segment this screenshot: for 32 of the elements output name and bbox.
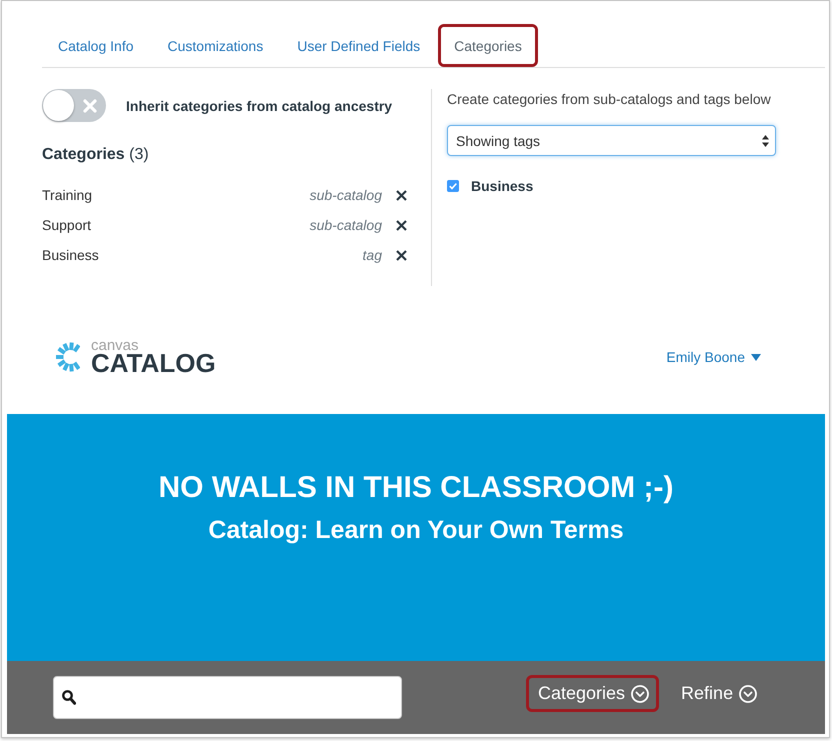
logo-wordmark: CATALOG <box>91 352 216 375</box>
checkbox-label: Business <box>471 178 534 194</box>
logo-small-text: canvas <box>91 339 139 352</box>
close-icon[interactable] <box>396 250 407 260</box>
banner-subtitle: Catalog: Learn on Your Own Terms <box>207 515 625 546</box>
dropdown-button[interactable]: Categories <box>529 678 656 709</box>
toggle-label: Inherit categories from catalog ancestry <box>126 98 392 114</box>
updown-arrows-icon <box>762 134 769 146</box>
logo-icon <box>54 341 80 373</box>
category-name: Training <box>42 187 94 203</box>
search-icon <box>62 690 76 705</box>
banner-title: NO WALLS IN THIS CLASSROOM ;-) <box>158 470 674 506</box>
dropdown-select[interactable]: Showing tags <box>447 125 776 156</box>
toggle-switch[interactable] <box>42 89 106 122</box>
dropdown-button[interactable]: Refine <box>669 678 768 709</box>
search-field[interactable] <box>53 676 402 719</box>
category-name: Support <box>42 217 92 233</box>
tab[interactable]: Categories <box>441 27 535 64</box>
category-name: Business <box>42 247 100 263</box>
instruction-text: Create categories from sub-catalogs and tags below <box>447 90 772 109</box>
category-type: tag <box>362 247 382 263</box>
close-icon[interactable] <box>396 220 407 230</box>
chevron-down-circle-icon <box>631 684 650 702</box>
checkbox[interactable] <box>447 180 459 192</box>
close-icon[interactable] <box>396 190 407 200</box>
cross-icon <box>83 98 97 112</box>
user-menu[interactable]: Emily Boone <box>666 349 761 365</box>
categories-heading: Categories (3) <box>42 145 150 165</box>
category-type: sub-catalog <box>310 217 382 233</box>
chevron-down-circle-icon <box>739 684 758 702</box>
category-type: sub-catalog <box>310 187 382 203</box>
caret-down-icon <box>751 354 761 360</box>
